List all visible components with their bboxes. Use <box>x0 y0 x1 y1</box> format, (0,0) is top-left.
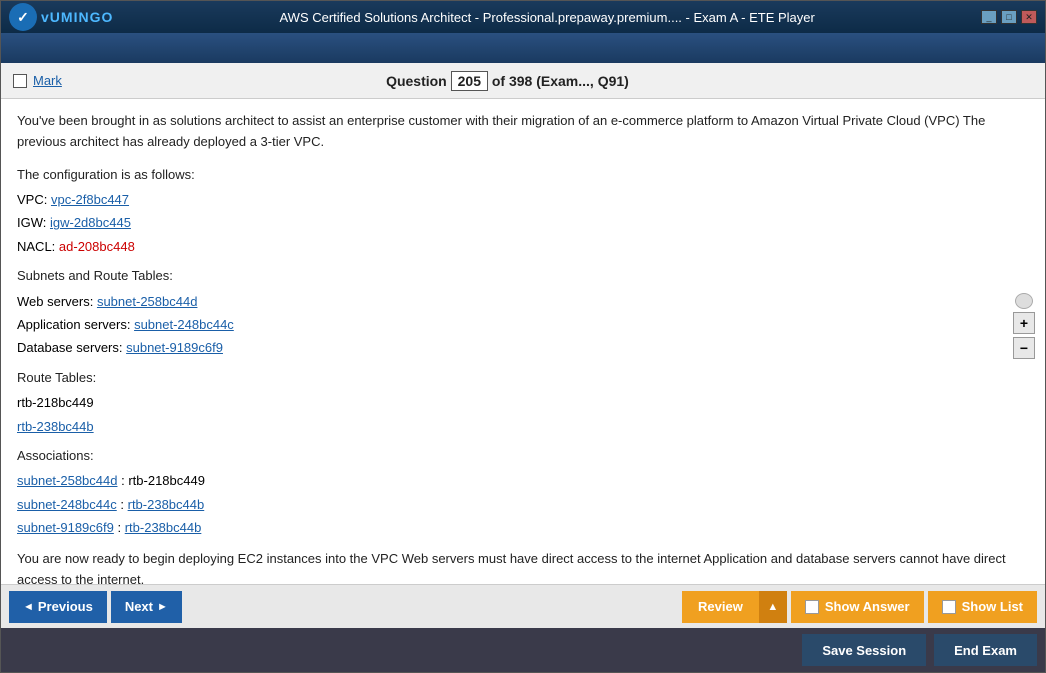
bottom-nav: ◄ Previous Next ► Review ▲ Show Answer S… <box>1 584 1045 628</box>
nacl-line: NACL: ad-208bc448 <box>17 235 1029 258</box>
rtb2-value: rtb-238bc44b <box>17 419 94 434</box>
web-servers-line: Web servers: subnet-258bc44d <box>17 290 1029 313</box>
mark-bar: Mark Question 205 of 398 (Exam..., Q91) <box>1 63 1045 99</box>
nacl-value: ad-208bc448 <box>59 239 135 254</box>
toolbar <box>1 33 1045 63</box>
window-title: AWS Certified Solutions Architect - Prof… <box>113 10 981 25</box>
zoom-in-button[interactable]: + <box>1013 312 1035 334</box>
db-servers-line: Database servers: subnet-9189c6f9 <box>17 336 1029 359</box>
question-number: 205 <box>451 71 488 91</box>
zoom-circle <box>1015 293 1033 309</box>
maximize-button[interactable]: □ <box>1001 10 1017 24</box>
window-controls: _ □ ✕ <box>981 10 1037 24</box>
show-list-checkbox-icon <box>942 600 956 614</box>
igw-line: IGW: igw-2d8bc445 <box>17 211 1029 234</box>
mark-checkbox[interactable] <box>13 74 27 88</box>
config-header: The configuration is as follows: <box>17 163 1029 186</box>
review-dropdown-icon[interactable]: ▲ <box>759 591 787 623</box>
deploy-text: You are now ready to begin deploying EC2… <box>17 549 1029 584</box>
vpc-line: VPC: vpc-2f8bc447 <box>17 188 1029 211</box>
vpc-value: vpc-2f8bc447 <box>51 192 129 207</box>
show-list-button[interactable]: Show List <box>928 591 1037 623</box>
minimize-button[interactable]: _ <box>981 10 997 24</box>
question-total: of 398 (Exam..., Q91) <box>492 73 629 89</box>
mark-left: Mark <box>13 73 62 88</box>
assoc3-line: subnet-9189c6f9 : rtb-238bc44b <box>17 516 1029 539</box>
db-servers-value: subnet-9189c6f9 <box>126 340 223 355</box>
intro-text: You've been brought in as solutions arch… <box>17 111 1029 153</box>
subnets-header: Subnets and Route Tables: <box>17 264 1029 287</box>
assoc1-line: subnet-258bc44d : rtb-218bc449 <box>17 469 1029 492</box>
route-tables-header: Route Tables: <box>17 366 1029 389</box>
end-exam-button[interactable]: End Exam <box>934 634 1037 666</box>
show-answer-checkbox-icon <box>805 600 819 614</box>
assoc2-line: subnet-248bc44c : rtb-238bc44b <box>17 493 1029 516</box>
logo: ✓ vUMINGO <box>9 3 113 31</box>
mark-label[interactable]: Mark <box>33 73 62 88</box>
review-button[interactable]: Review ▲ <box>682 591 787 623</box>
rtb1-line: rtb-218bc449 <box>17 391 1029 414</box>
zoom-controls: + − <box>1013 293 1035 359</box>
previous-button[interactable]: ◄ Previous <box>9 591 107 623</box>
title-bar: ✓ vUMINGO AWS Certified Solutions Archit… <box>1 1 1045 33</box>
zoom-out-button[interactable]: − <box>1013 337 1035 359</box>
associations-header: Associations: <box>17 444 1029 467</box>
show-answer-button[interactable]: Show Answer <box>791 591 924 623</box>
session-bar: Save Session End Exam <box>1 628 1045 672</box>
review-button-group: Review ▲ <box>682 591 787 623</box>
logo-text: vUMINGO <box>41 9 113 25</box>
app-servers-value: subnet-248bc44c <box>134 317 234 332</box>
question-label: Question <box>386 73 447 89</box>
main-window: ✓ vUMINGO AWS Certified Solutions Archit… <box>0 0 1046 673</box>
content-area: You've been brought in as solutions arch… <box>1 99 1045 584</box>
app-servers-line: Application servers: subnet-248bc44c <box>17 313 1029 336</box>
prev-arrow-icon: ◄ <box>23 601 34 613</box>
save-session-button[interactable]: Save Session <box>802 634 926 666</box>
logo-icon: ✓ <box>9 3 37 31</box>
next-arrow-icon: ► <box>157 601 168 613</box>
rtb2-line: rtb-238bc44b <box>17 415 1029 438</box>
config-block: The configuration is as follows: VPC: vp… <box>17 163 1029 540</box>
igw-value: igw-2d8bc445 <box>50 215 131 230</box>
web-servers-value: subnet-258bc44d <box>97 294 197 309</box>
close-button[interactable]: ✕ <box>1021 10 1037 24</box>
question-info: Question 205 of 398 (Exam..., Q91) <box>386 73 629 89</box>
next-button[interactable]: Next ► <box>111 591 182 623</box>
